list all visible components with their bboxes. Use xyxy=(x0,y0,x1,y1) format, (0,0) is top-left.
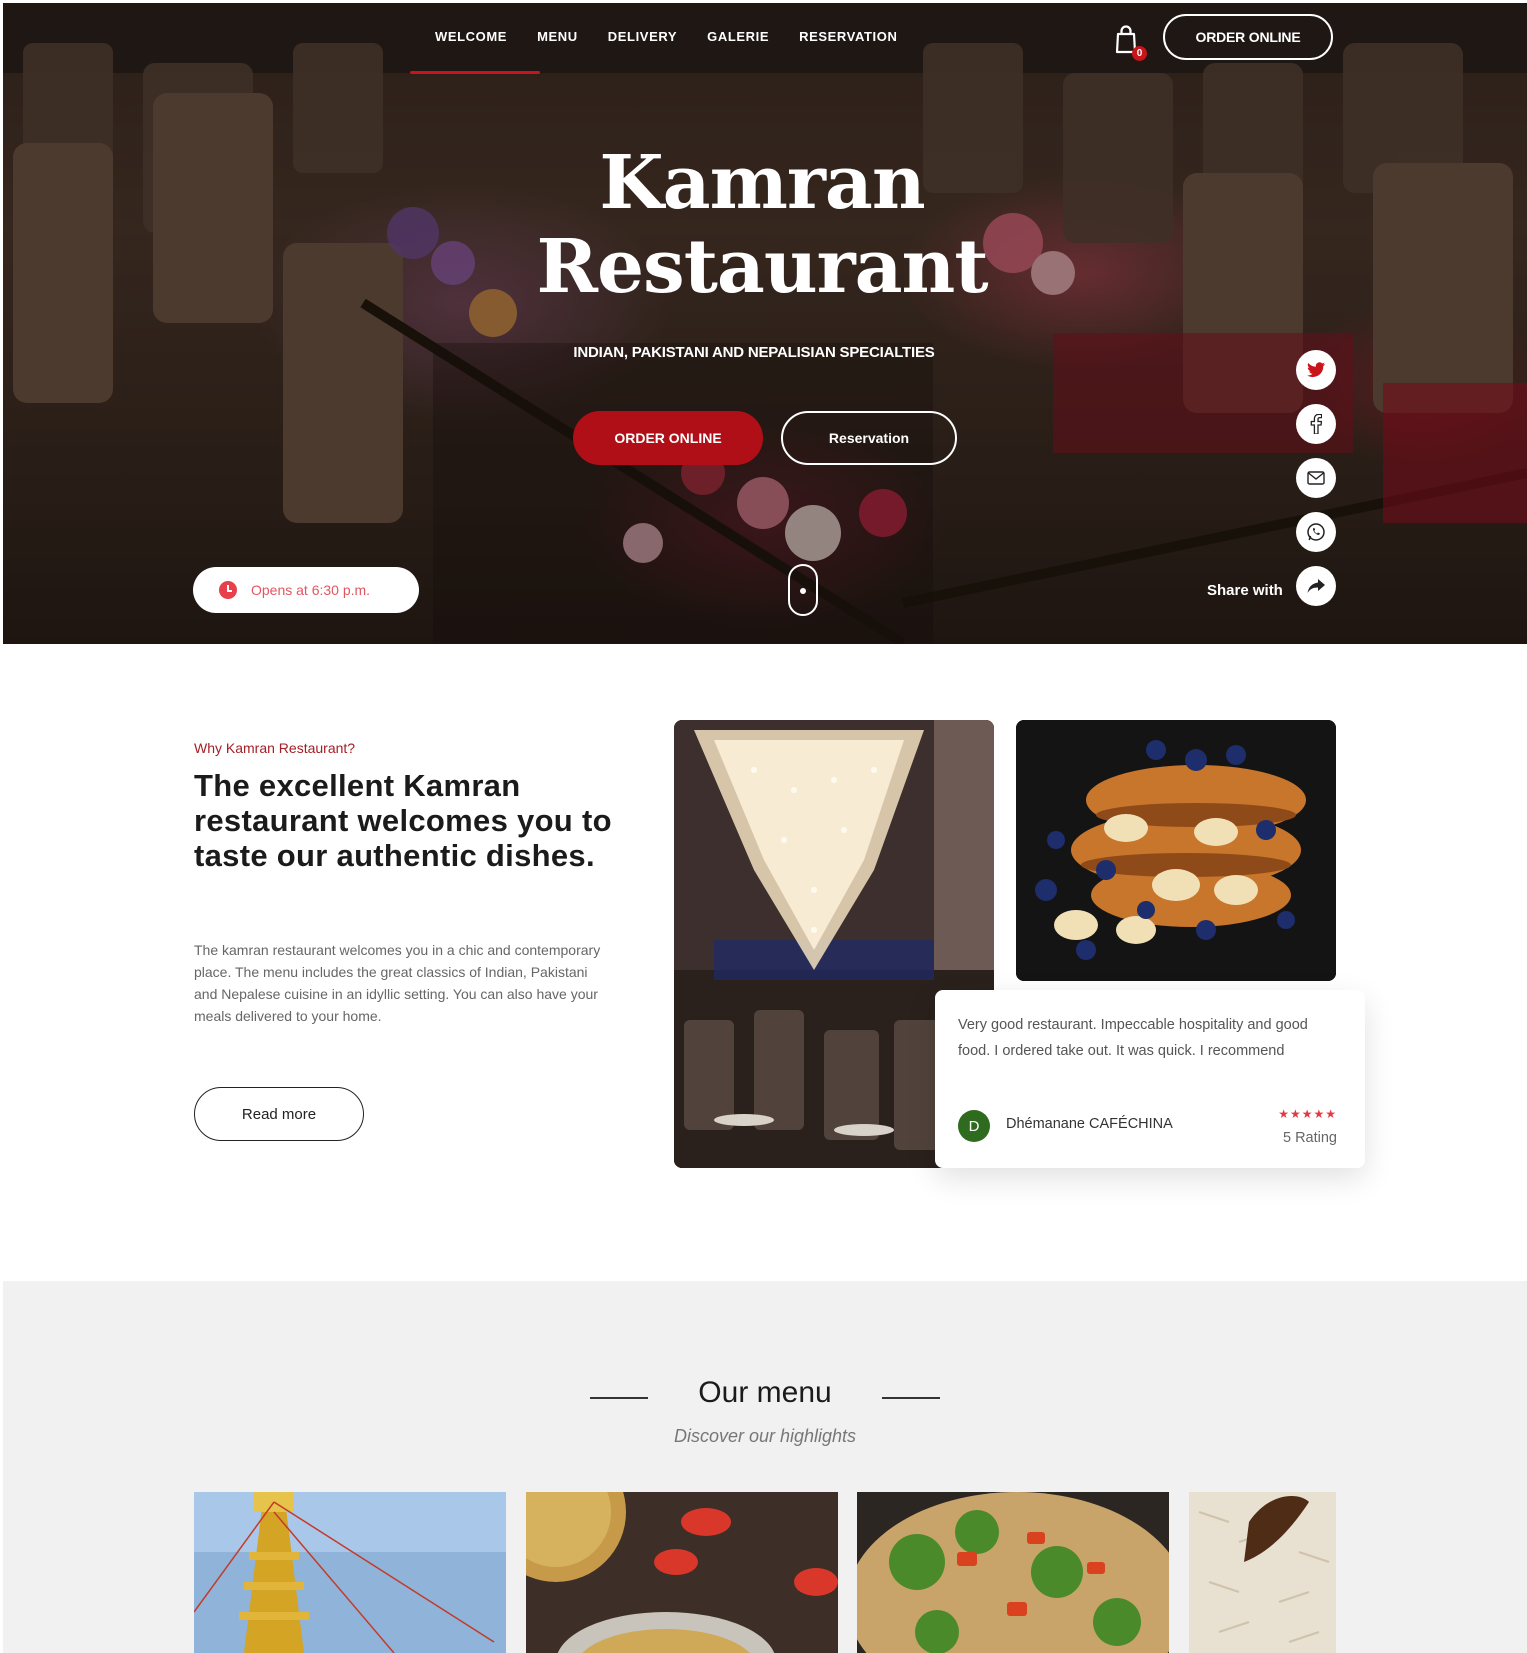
nav-menu[interactable]: MENU xyxy=(522,29,593,44)
welcome-description: The kamran restaurant welcomes you in a … xyxy=(194,942,601,1024)
hero-title-line2: Restaurant xyxy=(536,224,988,310)
share-icon[interactable] xyxy=(1296,566,1336,606)
whatsapp-icon[interactable] xyxy=(1296,512,1336,552)
nav-galerie[interactable]: GALERIE xyxy=(692,29,784,44)
french-toast-dish-photo xyxy=(1016,720,1336,981)
section-eyebrow: Why Kamran Restaurant? xyxy=(194,740,356,756)
cart-count-badge: 0 xyxy=(1132,46,1147,61)
hero-subtitle: INDIAN, PAKISTANI AND NEPALISIAN SPECIAL… xyxy=(573,344,935,361)
facebook-icon[interactable] xyxy=(1296,404,1336,444)
clock-icon xyxy=(219,581,237,599)
menu-subheading: Discover our highlights xyxy=(673,1426,857,1446)
order-online-button[interactable]: ORDER ONLINE xyxy=(573,411,763,465)
star-rating-icon: ★★★★★ xyxy=(1278,1107,1337,1121)
menu-heading: Our menu xyxy=(698,1376,832,1409)
review-text: Very good restaurant. Impeccable hospita… xyxy=(958,1017,1308,1059)
reservation-button[interactable]: Reservation xyxy=(781,411,957,465)
reviewer-name: Dhémanane CAFÉCHINA xyxy=(1006,1116,1173,1132)
opening-hours-text: Opens at 6:30 p.m. xyxy=(251,582,371,598)
welcome-heading: The excellent Kamran restaurant welcomes… xyxy=(194,768,612,873)
menu-card-biryani[interactable] xyxy=(857,1492,1169,1653)
scroll-down-indicator[interactable] xyxy=(788,564,818,616)
avatar: D xyxy=(958,1110,990,1142)
nav-reservation[interactable]: RESERVATION xyxy=(784,29,912,44)
rating-label: 5 Rating xyxy=(1282,1130,1337,1146)
nav-welcome[interactable]: WELCOME xyxy=(409,29,541,74)
order-online-header-button[interactable]: ORDER ONLINE xyxy=(1163,14,1333,60)
email-icon[interactable] xyxy=(1296,458,1336,498)
twitter-icon[interactable] xyxy=(1296,350,1336,390)
menu-card-stupa[interactable] xyxy=(194,1492,506,1653)
share-label: Share with xyxy=(1207,582,1283,599)
menu-card-rice[interactable] xyxy=(1189,1492,1336,1653)
hero-section xyxy=(3,3,1527,644)
hero-title: Kamran Restaurant xyxy=(0,141,1524,309)
divider-right xyxy=(882,1397,940,1399)
review-card: Very good restaurant. Impeccable hospita… xyxy=(935,990,1365,1168)
nav-delivery[interactable]: DELIVERY xyxy=(593,29,692,44)
menu-card-dal[interactable] xyxy=(526,1492,838,1653)
hero-title-line1: Kamran xyxy=(599,140,925,226)
main-nav: WELCOME MENU DELIVERY GALERIE RESERVATIO… xyxy=(409,29,912,74)
opening-hours-pill[interactable]: Opens at 6:30 p.m. xyxy=(193,567,419,613)
read-more-button[interactable]: Read more xyxy=(194,1087,364,1141)
